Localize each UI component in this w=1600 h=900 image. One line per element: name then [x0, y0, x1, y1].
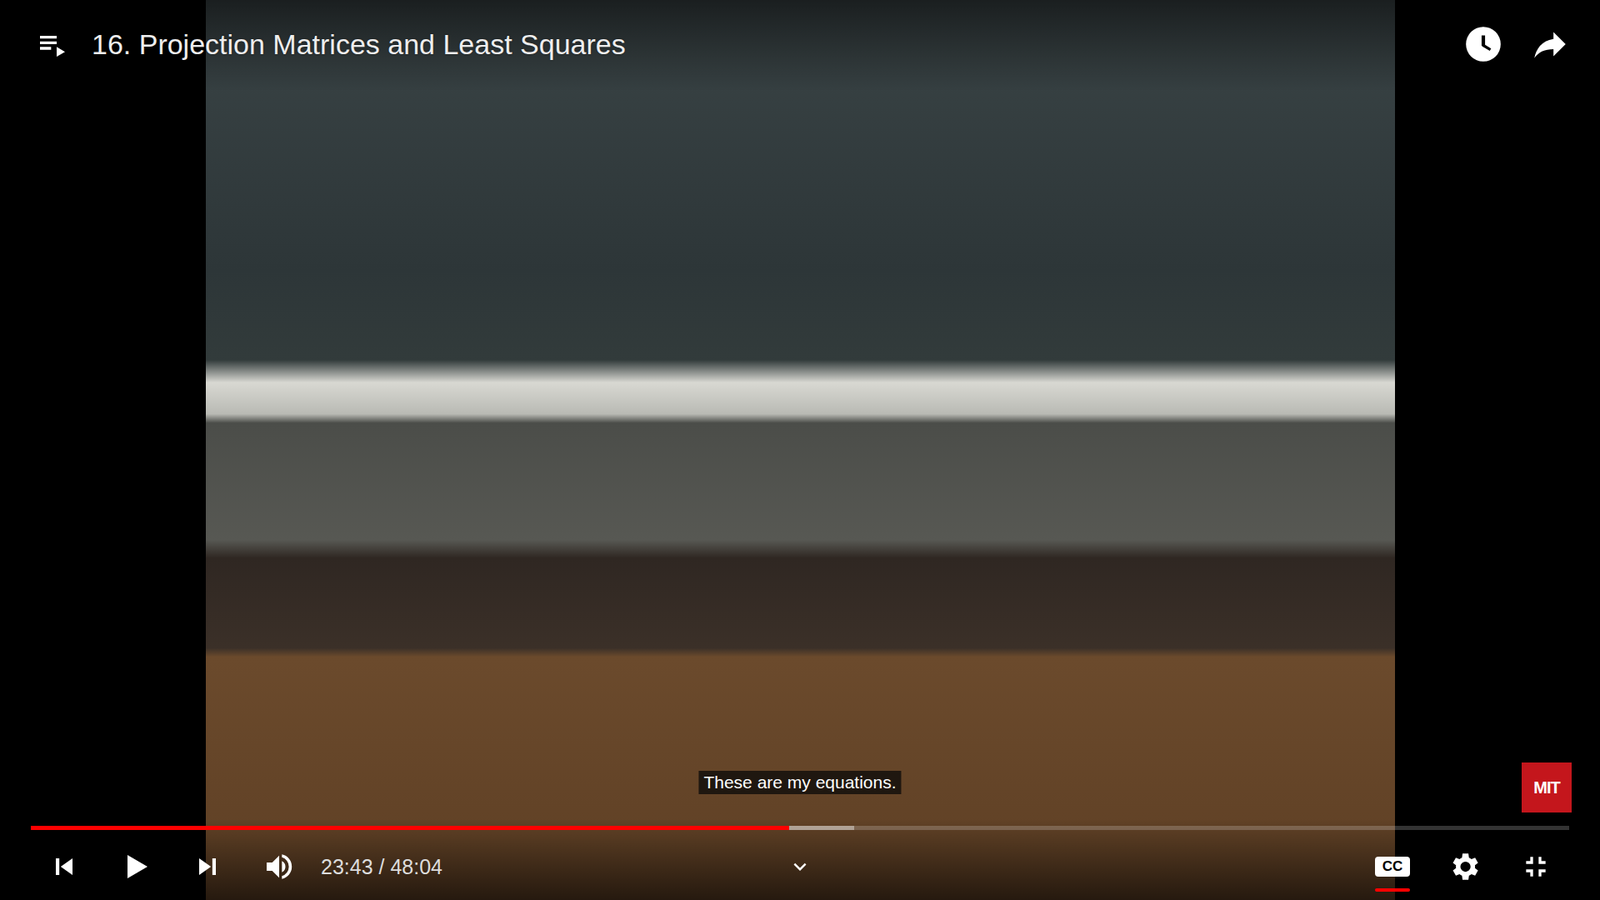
captions-on-indicator: [1375, 888, 1410, 892]
playlist-icon: [35, 27, 70, 61]
volume-icon: [262, 850, 296, 884]
exit-fullscreen-icon: [1519, 850, 1553, 884]
bottom-controls: 23:43 / 48:04 CC: [0, 819, 1600, 900]
progress-bar[interactable]: [30, 825, 1570, 830]
share-arrow-icon: [1529, 23, 1571, 65]
play-button[interactable]: [102, 836, 170, 897]
played-fill: [30, 825, 790, 830]
clock-icon: [1462, 23, 1505, 65]
chevron-down-icon: [787, 854, 813, 880]
left-controls: 23:43 / 48:04: [30, 836, 443, 897]
video-title[interactable]: 16. Projection Matrices and Least Square…: [91, 28, 626, 61]
volume-button[interactable]: [245, 836, 313, 897]
skip-next-icon: [190, 850, 225, 884]
skip-previous-icon: [47, 850, 81, 884]
chapters-button[interactable]: [775, 836, 825, 897]
next-button[interactable]: [174, 836, 241, 897]
video-player[interactable]: 16. Projection Matrices and Least Square…: [0, 0, 1600, 900]
top-actions: [1458, 0, 1575, 89]
settings-button[interactable]: [1430, 836, 1498, 897]
cc-label: CC: [1375, 856, 1410, 878]
caption: These are my equations.: [698, 770, 901, 795]
exit-fullscreen-button[interactable]: [1502, 836, 1570, 897]
right-controls: CC: [1359, 836, 1570, 897]
share-button[interactable]: [1525, 14, 1575, 75]
time-display: 23:43 / 48:04: [320, 855, 443, 880]
watch-later-button[interactable]: [1458, 14, 1509, 75]
gear-icon: [1446, 849, 1482, 885]
play-icon: [115, 846, 156, 887]
controls-row: 23:43 / 48:04 CC: [30, 836, 1570, 897]
watermark-logo[interactable]: MIT: [1521, 762, 1572, 813]
previous-button[interactable]: [30, 836, 98, 897]
top-bar: 16. Projection Matrices and Least Square…: [0, 0, 1600, 92]
title-area: 16. Projection Matrices and Least Square…: [31, 0, 1447, 89]
video-frame[interactable]: [205, 0, 1395, 900]
playlist-button[interactable]: [31, 14, 74, 75]
captions-button[interactable]: CC: [1359, 836, 1426, 897]
